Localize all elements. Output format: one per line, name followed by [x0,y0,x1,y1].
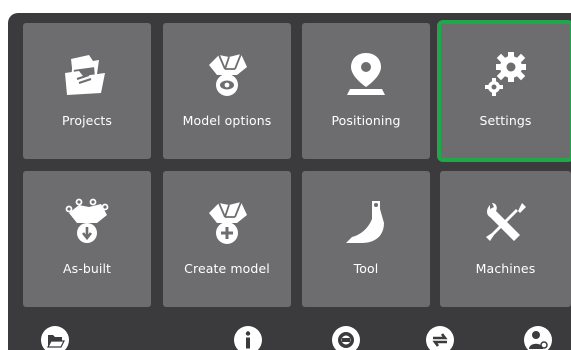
main-menu: Projects Model options Positioning Setti… [8,13,571,350]
location-pin-icon [338,49,394,99]
tile-settings[interactable]: Settings [437,20,571,162]
info-button[interactable] [230,325,266,350]
tile-label: As-built [62,261,112,276]
tile-label: Create model [184,261,270,276]
model-eye-icon [199,49,255,99]
sync-arrows-icon [426,326,454,350]
projects-folder-icon [59,49,115,99]
tile-label: Machines [475,261,536,276]
bucket-icon [338,197,394,247]
user-key-button[interactable] [520,325,556,350]
tile-label: Projects [61,113,113,128]
tile-label: Model options [182,113,272,128]
machine-gear-icon [332,326,360,350]
tile-projects[interactable]: Projects [23,23,151,159]
info-icon [234,326,262,350]
tile-as-built[interactable]: As-built [23,171,151,307]
tile-label: Settings [479,113,532,128]
machine-settings-button[interactable] [328,325,364,350]
tile-model-options[interactable]: Model options [163,23,291,159]
tile-create-model[interactable]: Create model [163,171,291,307]
tile-label: Positioning [331,113,401,128]
folder-shortcut-icon [41,326,69,350]
model-add-icon [199,197,255,247]
tile-label: Tool [353,261,379,276]
projects-shortcut-button[interactable] [37,325,73,350]
gears-icon [478,49,534,99]
wrench-screwdriver-icon [478,197,534,247]
sync-button[interactable] [422,325,458,350]
as-built-points-icon [59,197,115,247]
user-key-icon [524,326,552,350]
tile-tool[interactable]: Tool [302,171,430,307]
tile-machines[interactable]: Machines [440,171,571,307]
tile-positioning[interactable]: Positioning [302,23,430,159]
